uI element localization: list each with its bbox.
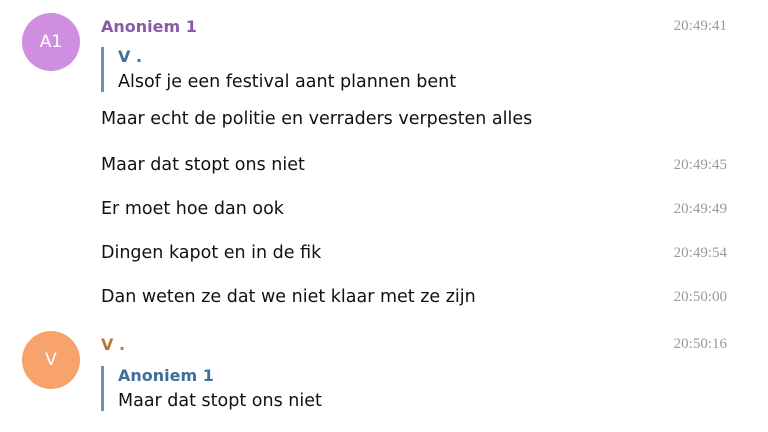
message-timestamp: 20:49:45 (673, 157, 727, 173)
message-timestamp: 20:49:54 (673, 245, 727, 261)
chat-message-list: A1 Anoniem 1 20:49:41 V . Alsof je een f… (0, 0, 768, 432)
reply-text: Alsof je een festival aant plannen bent (118, 72, 457, 92)
message-timestamp: 20:49:41 (673, 18, 727, 34)
reply-author: V . (118, 47, 143, 66)
reply-text: Maar dat stopt ons niet (118, 391, 322, 411)
reply-author: Anoniem 1 (118, 366, 214, 385)
sender-name[interactable]: Anoniem 1 (101, 17, 197, 36)
message-text: Maar echt de politie en verraders verpes… (101, 109, 533, 129)
message-text: Dan weten ze dat we niet klaar met ze zi… (101, 287, 476, 307)
message-timestamp: 20:50:00 (673, 289, 727, 305)
avatar[interactable]: V (22, 331, 80, 389)
reply-quote[interactable]: Anoniem 1 Maar dat stopt ons niet (101, 366, 322, 411)
avatar[interactable]: A1 (22, 13, 80, 71)
message-timestamp: 20:50:16 (673, 336, 727, 352)
message-text: Dingen kapot en in de fik (101, 243, 322, 263)
reply-quote[interactable]: V . Alsof je een festival aant plannen b… (101, 47, 456, 92)
message-text: Maar dat stopt ons niet (101, 155, 305, 175)
message-text: Er moet hoe dan ook (101, 199, 284, 219)
sender-name[interactable]: V . (101, 335, 125, 354)
message-timestamp: 20:49:49 (673, 201, 727, 217)
